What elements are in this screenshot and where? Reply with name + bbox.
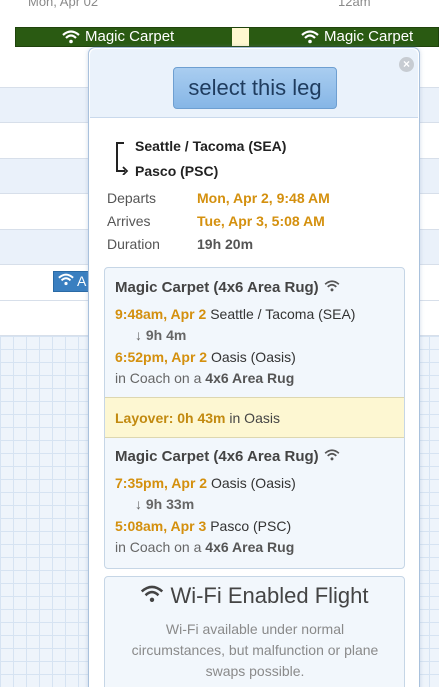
leg-departure: 9:48am, Apr 2 Seattle / Tacoma (SEA) [115,306,355,322]
route-destination: Pasco (PSC) [135,163,219,179]
leg-duration: ↓ 9h 4m [135,327,186,343]
layover-gap [232,28,249,46]
leg-depart-place: Oasis (Oasis) [210,475,296,491]
leg-departure: 7:35pm, Apr 2 Oasis (Oasis) [115,475,296,491]
flight-details-popup: select this leg × Seattle / Tacoma (SEA)… [88,47,420,687]
flight-segment-label: Magic Carpet [85,28,175,45]
leg-cabin: in Coach on a 4x6 Area Rug [115,370,294,386]
flight-segment-label: Magic Carpet [324,28,414,45]
departs-label: Departs [107,190,157,206]
flight-bar-small[interactable]: A [53,271,93,292]
wifi-icon [324,448,340,465]
wifi-icon [58,272,74,291]
leg-title-text: Magic Carpet (4x6 Area Rug) [115,279,319,296]
wifi-description: Wi-Fi available under normal circumstanc… [131,621,379,679]
wifi-title: Wi-Fi Enabled Flight [105,583,404,609]
route-summary: Seattle / Tacoma (SEA) Pasco (PSC) [115,138,405,188]
route-bracket-icon [116,142,129,175]
route-origin: Seattle / Tacoma (SEA) [135,138,287,154]
leg-cabin: in Coach on a 4x6 Area Rug [115,539,294,555]
arrives-value: Tue, Apr 3, 5:08 AM [197,213,325,229]
flight-segment-2[interactable]: Magic Carpet [301,28,413,46]
leg-depart-time: 7:35pm, Apr 2 [115,475,208,491]
leg-arrive-place: Pasco (PSC) [210,518,292,534]
legs-panel: Magic Carpet (4x6 Area Rug) 9:48am, Apr … [104,267,405,569]
wifi-icon [324,279,340,296]
down-arrow-icon: ↓ [135,327,142,343]
down-arrow-icon: ↓ [135,496,142,512]
popup-header: select this leg × [90,49,418,118]
select-leg-button[interactable]: select this leg [173,67,337,109]
flight-bar-small-label: A [77,273,87,289]
flight-bar[interactable]: Magic Carpet Magic Carpet [15,27,439,47]
duration-value: 19h 20m [197,236,254,252]
flight-segment-1[interactable]: Magic Carpet [62,28,174,46]
leg-depart-place: Seattle / Tacoma (SEA) [210,306,356,322]
duration-label: Duration [107,236,160,252]
layover-banner: Layover: 0h 43m in Oasis [105,397,404,438]
header-time: 12am [338,0,371,9]
close-icon[interactable]: × [399,57,414,72]
layover-label: Layover: [115,410,174,426]
wifi-info-box: Wi-Fi Enabled Flight Wi-Fi available und… [104,576,405,687]
layover-location: in Oasis [229,410,280,426]
leg-arrival: 6:52pm, Apr 2 Oasis (Oasis) [115,349,296,365]
leg-title: Magic Carpet (4x6 Area Rug) [115,279,340,296]
leg-arrive-time: 5:08am, Apr 3 [115,518,207,534]
leg-arrival: 5:08am, Apr 3 Pasco (PSC) [115,518,291,534]
leg-arrive-place: Oasis (Oasis) [210,349,296,365]
leg-cabin-aircraft: 4x6 Area Rug [205,370,295,386]
leg-title-text: Magic Carpet (4x6 Area Rug) [115,448,319,465]
wifi-title-text: Wi-Fi Enabled Flight [170,583,369,608]
leg-duration-text: 9h 4m [145,327,187,343]
wifi-icon [62,30,80,44]
leg-card: Magic Carpet (4x6 Area Rug) 7:35pm, Apr … [105,438,404,568]
leg-depart-time: 9:48am, Apr 2 [115,306,207,322]
wifi-icon [301,30,319,44]
layover-duration: 0h 43m [177,410,226,426]
wifi-icon [140,583,164,609]
departs-value: Mon, Apr 2, 9:48 AM [197,190,330,206]
leg-duration-text: 9h 33m [145,496,195,512]
arrives-label: Arrives [107,213,151,229]
timeline-header: Mon, Apr 02 12am [0,0,439,14]
leg-title: Magic Carpet (4x6 Area Rug) [115,448,340,465]
leg-duration: ↓ 9h 33m [135,496,194,512]
leg-arrive-time: 6:52pm, Apr 2 [115,349,208,365]
leg-cabin-prefix: in Coach on a [115,539,202,555]
leg-card: Magic Carpet (4x6 Area Rug) 9:48am, Apr … [105,268,404,397]
header-date: Mon, Apr 02 [28,0,99,9]
leg-cabin-prefix: in Coach on a [115,370,202,386]
leg-cabin-aircraft: 4x6 Area Rug [205,539,295,555]
